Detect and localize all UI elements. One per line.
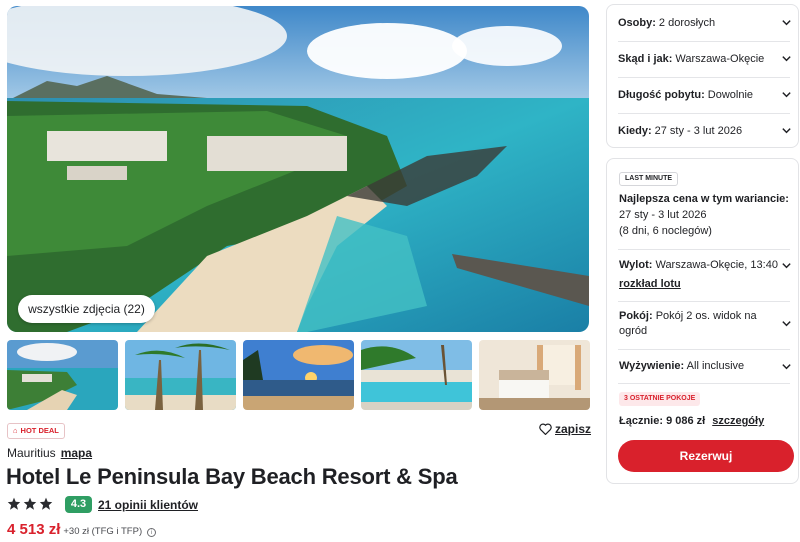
thumbnail-sunset-beach[interactable] xyxy=(243,340,354,410)
chevron-down-icon xyxy=(782,20,791,26)
chevron-down-icon xyxy=(782,321,791,327)
info-icon[interactable]: i xyxy=(147,528,157,537)
chevron-down-icon xyxy=(782,364,791,370)
offer-nights: (8 dni, 6 noclegów) xyxy=(619,225,712,237)
last-minute-badge: LAST MINUTE xyxy=(619,172,679,186)
duration-selector[interactable]: Długość pobytu: Dowolnie xyxy=(607,77,800,113)
main-photo[interactable] xyxy=(7,6,589,332)
thumbnail-hotel-room[interactable] xyxy=(479,340,590,410)
save-label: zapisz xyxy=(555,422,592,436)
chevron-down-icon xyxy=(782,56,791,62)
country-name: Mauritius xyxy=(7,446,56,460)
flight-schedule-link[interactable]: rozkład lotu xyxy=(619,278,681,290)
hot-deal-badge: ⌂ HOT DEAL xyxy=(7,423,65,439)
board-label: Wyżywienie: xyxy=(619,360,685,372)
map-link[interactable]: mapa xyxy=(61,446,92,460)
flight-value: Warszawa-Okęcie, 13:40 xyxy=(655,259,778,271)
flight-label: Wylot: xyxy=(619,259,653,271)
location: Mauritius mapa xyxy=(7,446,92,460)
thumbnail-resort-aerial[interactable] xyxy=(7,340,118,410)
divider xyxy=(618,383,790,384)
flight-selector[interactable]: Wylot: Warszawa-Okęcie, 13:40 xyxy=(607,258,800,273)
persons-value: 2 dorosłych xyxy=(658,17,716,29)
hot-deal-label: HOT DEAL xyxy=(20,426,59,435)
book-button[interactable]: Rezerwuj xyxy=(618,440,794,472)
total-price: Łącznie: 9 086 zł szczegóły xyxy=(619,415,764,427)
star-icon xyxy=(23,497,37,510)
departure-label: Skąd i jak: xyxy=(618,53,673,65)
offer-dates: 27 sty - 3 lut 2026 xyxy=(619,209,707,221)
details-link[interactable]: szczegóły xyxy=(712,415,764,427)
duration-label: Długość pobytu: xyxy=(618,89,705,101)
divider xyxy=(618,249,790,250)
chevron-down-icon xyxy=(782,263,791,269)
star-icon xyxy=(7,497,21,510)
dates-label: Kiedy: xyxy=(618,125,652,137)
rooms-left-badge: 3 OSTATNIE POKOJE xyxy=(619,392,701,406)
divider xyxy=(618,301,790,302)
search-selection-panel: Osoby: 2 dorosłych Skąd i jak: Warszawa-… xyxy=(606,4,799,148)
room-selector[interactable]: Pokój: Pokój 2 os. widok na ogród xyxy=(607,309,800,339)
dates-value: 27 sty - 3 lut 2026 xyxy=(654,125,743,137)
price: 4 513 zł xyxy=(7,521,61,538)
dates-selector[interactable]: Kiedy: 27 sty - 3 lut 2026 xyxy=(607,113,800,149)
total-label: Łącznie: 9 086 zł xyxy=(619,415,706,427)
best-price-label: Najlepsza cena w tym wariancie: xyxy=(619,193,789,205)
chevron-down-icon xyxy=(782,128,791,134)
all-photos-button[interactable]: wszystkie zdjęcia (22) xyxy=(18,295,155,323)
departure-value: Warszawa-Okęcie xyxy=(675,53,765,65)
hotel-name: Hotel Le Peninsula Bay Beach Resort & Sp… xyxy=(6,464,458,489)
divider xyxy=(618,349,790,350)
resort-aerial-image xyxy=(7,6,589,332)
persons-selector[interactable]: Osoby: 2 dorosłych xyxy=(607,5,800,41)
fire-icon: ⌂ xyxy=(13,426,18,435)
chevron-down-icon xyxy=(782,92,791,98)
thumbnail-palm-beach[interactable] xyxy=(125,340,236,410)
departure-selector[interactable]: Skąd i jak: Warszawa-Okęcie xyxy=(607,41,800,77)
reviews-link[interactable]: 21 opinii klientów xyxy=(98,498,198,512)
persons-label: Osoby: xyxy=(618,17,656,29)
save-button[interactable]: zapisz xyxy=(539,422,591,436)
star-icon xyxy=(39,497,53,510)
price-row: 4 513 zł +30 zł (TFG i TFP) i xyxy=(7,521,157,538)
board-selector[interactable]: Wyżywienie: All inclusive xyxy=(607,359,800,374)
heart-icon xyxy=(539,423,552,435)
duration-value: Dowolnie xyxy=(707,89,754,101)
rating-badge: 4.3 xyxy=(65,496,92,513)
thumbnail-strip xyxy=(7,340,590,410)
hotel-stars xyxy=(7,497,53,510)
room-label: Pokój: xyxy=(619,310,653,322)
thumbnail-pool-area[interactable] xyxy=(361,340,472,410)
board-value: All inclusive xyxy=(686,360,745,372)
price-extra: +30 zł (TFG i TFP) xyxy=(63,526,143,537)
offer-panel: LAST MINUTE Najlepsza cena w tym warianc… xyxy=(606,158,799,484)
